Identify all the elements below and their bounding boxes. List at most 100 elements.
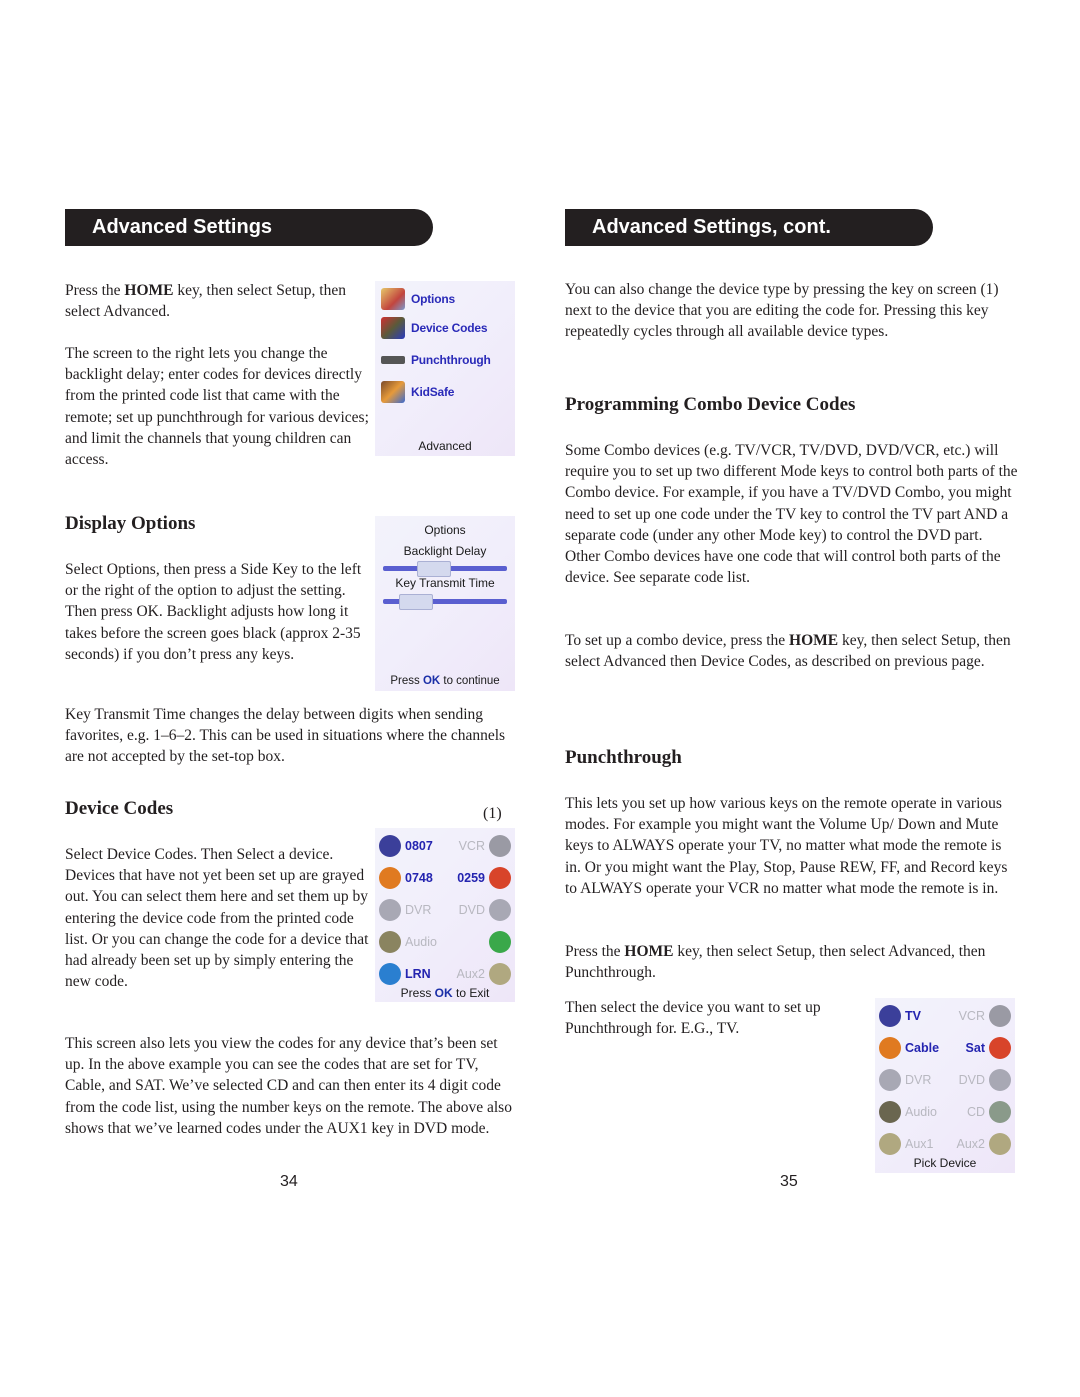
combo-paragraph: Some Combo devices (e.g. TV/VCR, TV/DVD,… (565, 442, 1018, 587)
dvd-icon (489, 899, 511, 921)
callout-1: (1) (483, 805, 502, 822)
device-label: Audio (905, 1105, 937, 1119)
help-question-icon (489, 963, 511, 985)
device-button[interactable]: Cable (879, 1034, 939, 1062)
backlight-delay-label: Backlight Delay (403, 544, 487, 558)
device-codes-paragraph: Select Device Codes. Then Select a devic… (65, 846, 369, 991)
page-number-34: 34 (280, 1173, 298, 1190)
device-codes-heading: Device Codes (65, 798, 174, 819)
device-label: DVD (458, 903, 485, 917)
device-type-paragraph: You can also change the device type by p… (565, 281, 999, 341)
punchthrough-paragraph: This lets you set up how various keys on… (565, 795, 1008, 897)
device-button[interactable]: DVD (959, 1066, 1011, 1094)
satellite-dish-icon (489, 867, 511, 889)
options-screen-title: Options (424, 523, 466, 537)
device-row: Cable Sat (879, 1034, 1011, 1062)
vcr-icon (989, 1005, 1011, 1027)
key-transmit-time-label: Key Transmit Time (395, 576, 495, 590)
device-button[interactable]: DVR (379, 896, 431, 924)
backlight-delay-slider-thumb[interactable] (417, 561, 452, 577)
device-label: 0748 (405, 871, 433, 885)
key-transmit-paragraph: Key Transmit Time changes the delay betw… (65, 706, 506, 766)
section-header-advanced-settings: Advanced Settings (65, 209, 433, 246)
device-button[interactable]: VCR (959, 1002, 1011, 1030)
dvd-icon (989, 1069, 1011, 1091)
device-button[interactable]: DVD (459, 896, 511, 924)
display-options-heading: Display Options (65, 513, 196, 534)
device-button[interactable]: Audio (879, 1098, 937, 1126)
dvr-icon (879, 1069, 901, 1091)
cd-icon (489, 931, 511, 953)
device-button[interactable]: Aux2 (956, 1130, 1011, 1158)
menu-item-options[interactable]: Options (381, 287, 455, 311)
device-button[interactable]: DVR (879, 1066, 931, 1094)
options-screen: Options Backlight Delay Key Transmit Tim… (375, 516, 515, 691)
device-button[interactable]: 0807 (379, 832, 433, 860)
learn-icon (379, 963, 401, 985)
device-row: DVR DVD (379, 896, 511, 924)
punchthrough-select-paragraph: Then select the device you want to set u… (565, 999, 821, 1038)
menu-item-kidsafe[interactable]: KidSafe (381, 380, 454, 404)
device-row: 0748 0259 (379, 864, 511, 892)
device-label: Audio (405, 935, 437, 949)
help-question-icon (879, 1133, 901, 1155)
device-row: Audio (379, 928, 511, 956)
audio-icon (379, 931, 401, 953)
display-options-paragraph: Select Options, then press a Side Key to… (65, 561, 362, 663)
device-row: LRN Aux2 (379, 960, 511, 988)
advanced-menu-screen: Options Device Codes Punchthrough KidSaf… (375, 281, 515, 456)
satellite-dish-icon (989, 1037, 1011, 1059)
device-label: VCR (958, 1009, 985, 1023)
device-label: 0259 (457, 871, 485, 885)
device-label: DVD (958, 1073, 985, 1087)
punchthrough-heading: Punchthrough (565, 747, 682, 768)
device-row: Audio CD (879, 1098, 1011, 1126)
device-button[interactable]: Aux2 (456, 960, 511, 988)
section-header-advanced-settings-cont: Advanced Settings, cont. (565, 209, 933, 246)
device-label: Aux1 (905, 1137, 934, 1151)
key-transmit-time-slider-thumb[interactable] (398, 594, 433, 610)
device-row: Aux1 Aux2 (879, 1130, 1011, 1158)
device-label: Cable (905, 1041, 940, 1055)
device-button[interactable]: VCR (459, 832, 511, 860)
device-button[interactable]: TV (879, 1002, 921, 1030)
device-label: 0807 (405, 839, 433, 853)
intro-paragraph: Press the HOME key, then select Setup, t… (65, 282, 346, 321)
cable-box-icon (379, 867, 401, 889)
device-label: Aux2 (956, 1137, 986, 1151)
device-button[interactable]: Aux1 (879, 1130, 934, 1158)
help-question-icon (989, 1133, 1011, 1155)
cable-box-icon (879, 1037, 901, 1059)
kidsafe-icon (381, 381, 405, 403)
device-button[interactable]: 0259 (457, 864, 511, 892)
device-button[interactable]: LRN (379, 960, 431, 988)
screen-footer: Press OK to Exit (400, 986, 490, 1000)
device-button[interactable]: 0748 (379, 864, 433, 892)
device-row: DVR DVD (879, 1066, 1011, 1094)
menu-item-punchthrough[interactable]: Punchthrough (381, 348, 491, 372)
combo-setup-paragraph: To set up a combo device, press the HOME… (565, 632, 1011, 671)
vcr-icon (489, 835, 511, 857)
device-button[interactable]: Sat (966, 1034, 1011, 1062)
ok-key-label: OK (422, 675, 441, 687)
device-label: TV (905, 1009, 921, 1023)
audio-icon (879, 1101, 901, 1123)
screen-title-advanced: Advanced (418, 439, 472, 453)
device-label: Aux2 (456, 967, 486, 981)
tv-icon (879, 1005, 901, 1027)
cd-icon (989, 1101, 1011, 1123)
punchthrough-icon (381, 356, 405, 364)
pick-device-screen: TV VCR Cable Sat DVR DVD Audio CD Aux1 Aux2 Pick D… (875, 998, 1015, 1173)
device-codes-icon (381, 317, 405, 339)
device-label: VCR (458, 839, 485, 853)
options-icon (381, 288, 405, 310)
device-label: LRN (405, 967, 431, 981)
device-button[interactable] (485, 928, 511, 956)
device-button[interactable]: CD (967, 1098, 1011, 1126)
dvr-icon (379, 899, 401, 921)
intro-description: The screen to the right lets you change … (65, 345, 369, 469)
punchthrough-home-paragraph: Press the HOME key, then select Setup, t… (565, 943, 986, 982)
menu-item-device-codes[interactable]: Device Codes (381, 316, 488, 340)
view-codes-paragraph: This screen also lets you view the codes… (65, 1035, 512, 1137)
device-button[interactable]: Audio (379, 928, 437, 956)
